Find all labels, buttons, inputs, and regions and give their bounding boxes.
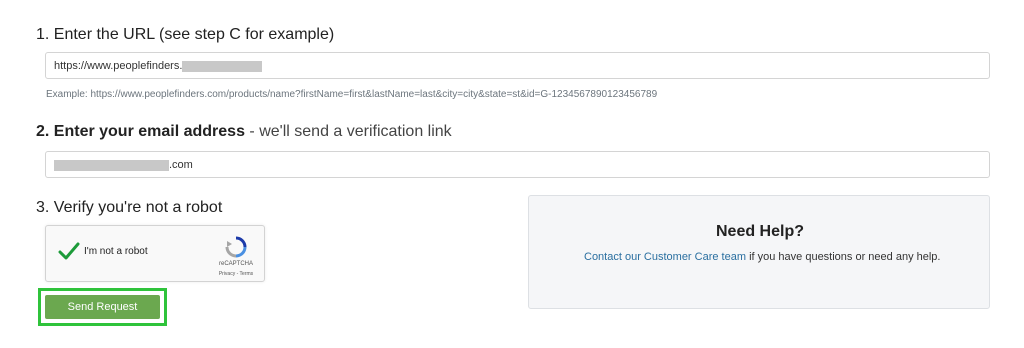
recaptcha-label: I'm not a robot <box>84 246 148 257</box>
email-input[interactable]: .com <box>45 151 990 178</box>
url-example-text: Example: https://www.peoplefinders.com/p… <box>46 89 658 100</box>
recaptcha-logo-icon <box>224 235 248 264</box>
checkmark-icon[interactable] <box>58 241 80 266</box>
recaptcha-brand: reCAPTCHA <box>218 261 253 267</box>
recaptcha-privacy-terms[interactable]: Privacy - Terms <box>206 271 266 277</box>
help-text: Contact our Customer Care team if you ha… <box>584 249 944 266</box>
url-input-value: https://www.peoplefinders. <box>54 60 183 72</box>
help-box: Need Help? Contact our Customer Care tea… <box>528 195 990 309</box>
step2-heading: 2. Enter your email address - we'll send… <box>36 123 452 141</box>
send-request-highlight: Send Request <box>38 288 167 326</box>
email-input-value: .com <box>169 159 193 171</box>
step1-heading: 1. Enter the URL (see step C for example… <box>36 26 335 43</box>
step2-heading-rest: - we'll send a verification link <box>244 123 452 140</box>
help-text-rest: if you have questions or need any help. <box>746 251 941 263</box>
step2-heading-bold: 2. Enter your email address <box>36 123 245 140</box>
url-input[interactable]: https://www.peoplefinders. <box>45 52 990 79</box>
help-title: Need Help? <box>715 223 804 240</box>
send-request-button[interactable]: Send Request <box>45 295 160 319</box>
redacted-block <box>182 60 263 72</box>
customer-care-link[interactable]: Contact our Customer Care team <box>584 251 746 263</box>
step3-heading: 3. Verify you're not a robot <box>36 199 223 216</box>
recaptcha-widget[interactable]: I'm not a robot reCAPTCHA Privacy - Term… <box>45 225 265 282</box>
redacted-block <box>54 159 169 171</box>
